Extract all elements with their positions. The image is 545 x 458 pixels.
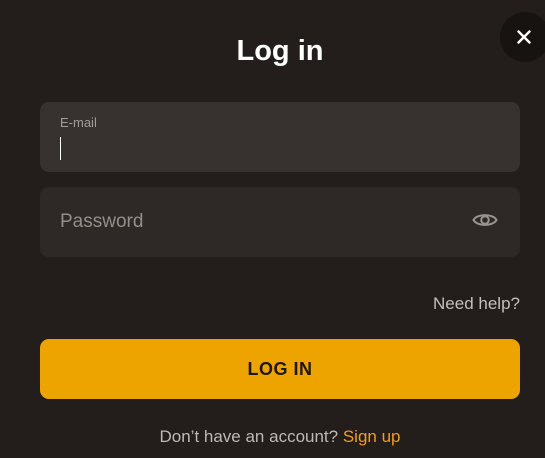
close-icon bbox=[517, 30, 531, 44]
signup-prompt-line: Don’t have an account? Sign up bbox=[0, 426, 545, 448]
login-modal: Log in E-mail Need help? LOG IN Don’t ha… bbox=[0, 0, 545, 458]
sign-up-link[interactable]: Sign up bbox=[343, 427, 401, 446]
email-field[interactable]: E-mail bbox=[40, 102, 520, 172]
signup-prompt: Don’t have an account? bbox=[159, 427, 339, 446]
email-input[interactable] bbox=[60, 130, 460, 166]
eye-icon bbox=[472, 211, 498, 234]
page-title: Log in bbox=[236, 35, 324, 67]
email-field-label: E-mail bbox=[60, 115, 97, 130]
password-field[interactable] bbox=[40, 187, 520, 257]
login-button[interactable]: LOG IN bbox=[40, 339, 520, 399]
close-button[interactable] bbox=[500, 12, 545, 62]
need-help-link[interactable]: Need help? bbox=[433, 293, 520, 315]
show-password-button[interactable] bbox=[470, 208, 500, 236]
password-input[interactable] bbox=[60, 187, 460, 257]
